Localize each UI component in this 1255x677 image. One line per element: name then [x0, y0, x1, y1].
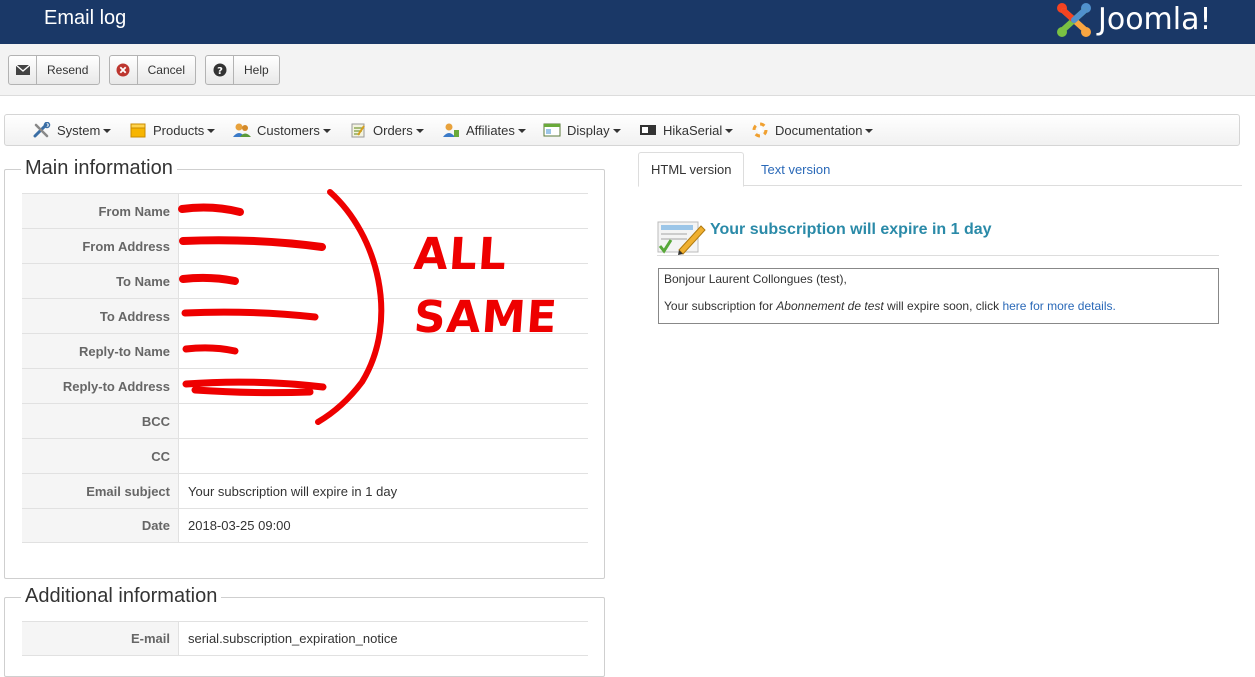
box-icon — [129, 122, 147, 138]
email-message-mid: will expire soon, click — [883, 299, 1003, 313]
svg-text:?: ? — [217, 66, 223, 77]
email-message-prefix: Your subscription for — [664, 299, 777, 313]
joomla-mark-icon — [1057, 3, 1091, 37]
main-information-panel: Main information From Name From Address … — [4, 157, 605, 579]
row-value — [178, 404, 588, 438]
hikashop-menu: System Products Customers Orders Affilia… — [4, 114, 1240, 146]
table-row: Date 2018-03-25 09:00 — [22, 508, 588, 543]
clipboard-icon — [349, 122, 367, 138]
menu-customers-label: Customers — [257, 122, 320, 138]
additional-information-legend: Additional information — [21, 585, 222, 608]
menu-system-label: System — [57, 122, 101, 138]
help-label: Help — [244, 63, 269, 77]
row-value — [178, 229, 588, 263]
affiliates-icon — [442, 122, 460, 138]
page-title: Email log — [44, 7, 127, 29]
menu-orders-label: Orders — [373, 122, 413, 138]
cancel-icon — [110, 56, 138, 84]
table-row: BCC — [22, 403, 588, 438]
chevron-down-icon — [103, 129, 112, 133]
menu-display-label: Display — [567, 122, 610, 138]
chevron-down-icon — [207, 129, 216, 133]
menu-documentation[interactable]: Documentation — [751, 115, 874, 145]
row-label: To Address — [22, 299, 178, 333]
newsletter-icon — [657, 221, 706, 255]
row-label: From Name — [22, 194, 178, 228]
chevron-down-icon — [865, 129, 874, 133]
email-body: Bonjour Laurent Collongues (test), Your … — [658, 268, 1219, 324]
main-information-legend: Main information — [21, 157, 177, 180]
row-label: Reply-to Name — [22, 334, 178, 368]
tab-text-version[interactable]: Text version — [749, 152, 842, 186]
toolbar: Resend Cancel ? Help — [0, 44, 1255, 96]
row-label: BCC — [22, 404, 178, 438]
tab-html-version[interactable]: HTML version — [638, 152, 745, 187]
email-preview-header: Your subscription will expire in 1 day — [657, 216, 1219, 256]
table-row: CC — [22, 438, 588, 473]
app-header: Email log Joomla! — [0, 0, 1255, 44]
annotation-text-line2: SAME — [412, 292, 560, 343]
menu-system[interactable]: System — [33, 115, 112, 145]
additional-information-table: E-mail serial.subscription_expiration_not… — [22, 621, 588, 656]
resend-label: Resend — [47, 63, 89, 77]
cancel-button[interactable]: Cancel — [109, 55, 196, 85]
menu-customers[interactable]: Customers — [233, 115, 331, 145]
row-value — [178, 194, 588, 228]
email-subject-heading: Your subscription will expire in 1 day — [710, 221, 992, 238]
chevron-down-icon — [517, 129, 526, 133]
chevron-down-icon — [322, 129, 331, 133]
window-icon — [543, 122, 561, 138]
help-icon: ? — [206, 56, 234, 84]
email-greeting: Bonjour Laurent Collongues (test), — [664, 272, 847, 286]
menu-documentation-label: Documentation — [775, 122, 863, 138]
menu-affiliates-label: Affiliates — [466, 122, 515, 138]
menu-display[interactable]: Display — [543, 115, 621, 145]
resend-button[interactable]: Resend — [8, 55, 100, 85]
envelope-icon — [9, 56, 37, 84]
row-label: Reply-to Address — [22, 369, 178, 403]
row-value: 2018-03-25 09:00 — [178, 509, 588, 542]
menu-products[interactable]: Products — [129, 115, 216, 145]
lifebuoy-icon — [751, 122, 769, 138]
table-row: From Name — [22, 193, 588, 228]
table-row: E-mail serial.subscription_expiration_not… — [22, 621, 588, 656]
annotation-text-line1: ALL — [412, 229, 509, 280]
row-value — [178, 439, 588, 473]
row-value — [178, 369, 588, 403]
row-label: E-mail — [22, 622, 178, 655]
menu-affiliates[interactable]: Affiliates — [442, 115, 526, 145]
subscription-product: Abonnement de test — [776, 299, 884, 313]
additional-information-panel: Additional information E-mail serial.subs… — [4, 585, 605, 677]
details-link[interactable]: here for more details. — [1002, 299, 1115, 313]
chevron-down-icon — [612, 129, 621, 133]
chevron-down-icon — [415, 129, 424, 133]
row-label: CC — [22, 439, 178, 473]
chevron-down-icon — [725, 129, 734, 133]
cancel-label: Cancel — [147, 63, 185, 77]
row-label: Email subject — [22, 474, 178, 508]
menu-hikaserial-label: HikaSerial — [663, 122, 723, 138]
users-icon — [233, 122, 251, 138]
row-value: serial.subscription_expiration_notice — [178, 622, 588, 655]
joomla-wordmark: Joomla! — [1098, 2, 1212, 37]
menu-products-label: Products — [153, 122, 205, 138]
tools-icon — [33, 121, 51, 138]
row-value: Your subscription will expire in 1 day — [178, 474, 588, 508]
email-message: Your subscription for Abonnement de test… — [664, 299, 1213, 313]
row-label: From Address — [22, 229, 178, 263]
menu-orders[interactable]: Orders — [349, 115, 424, 145]
row-label: Date — [22, 509, 178, 542]
preview-tabs: HTML version Text version — [638, 152, 1242, 187]
menu-hikaserial[interactable]: HikaSerial — [639, 115, 734, 145]
table-row: Reply-to Address — [22, 368, 588, 403]
row-label: To Name — [22, 264, 178, 298]
table-row: Email subject Your subscription will expi… — [22, 473, 588, 508]
help-button[interactable]: ? Help — [205, 55, 280, 85]
serial-icon — [639, 122, 657, 138]
joomla-logo: Joomla! — [1054, 1, 1244, 39]
